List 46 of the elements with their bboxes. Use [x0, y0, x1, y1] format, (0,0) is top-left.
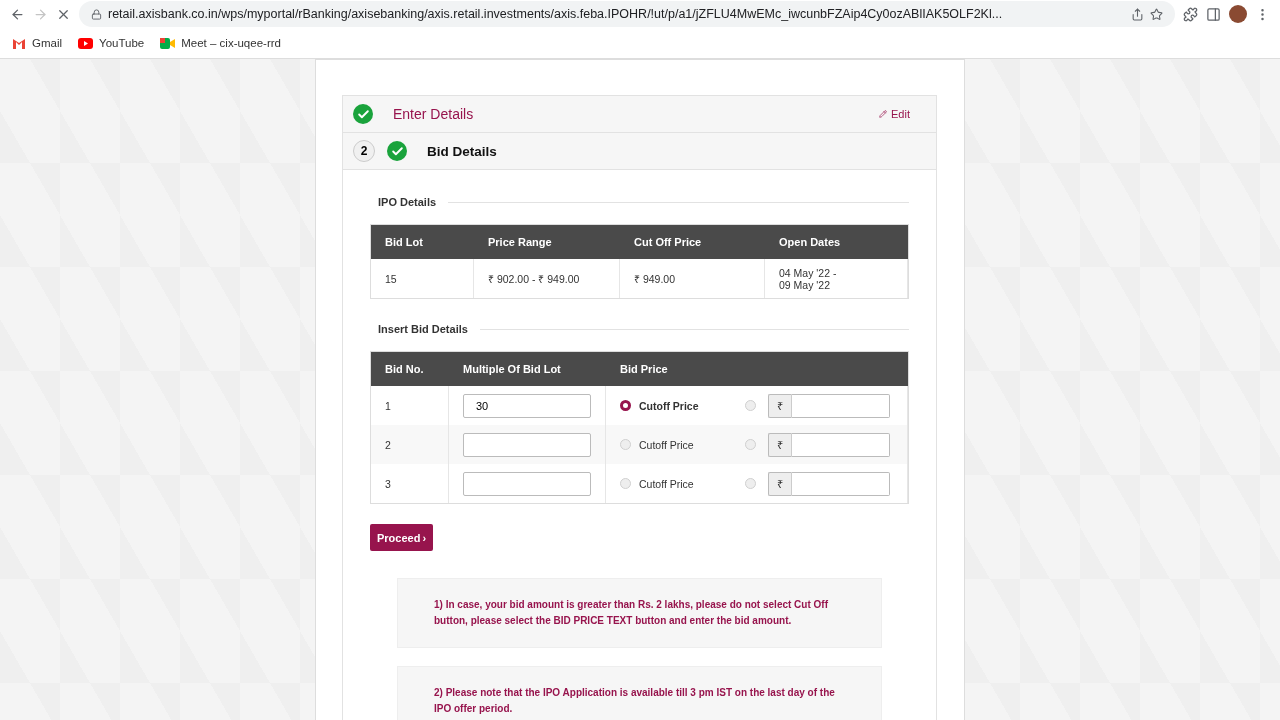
star-icon[interactable]: [1150, 7, 1163, 21]
camera-icon: [160, 37, 176, 49]
pencil-icon: [879, 110, 888, 118]
column-header: Price Range: [474, 225, 620, 259]
address-bar[interactable]: retail.axisbank.co.in/wps/myportal/rBanking/axisebanking/axis.retail.investments/axis.feba.IPOHR/!ut/p/a1/jZFLU4MwEMc_iwcunbFZAip4Cy0ozABlIAK5OLF2Kl...: [79, 1, 1175, 27]
note: 1) In case, your bid amount is greater than Rs. 2 lakhs, please do not select Cut Off button, please select the BID PRICE TEXT button and enter the bid amount.: [397, 578, 882, 648]
proceed-button[interactable]: Proceed ›: [370, 524, 434, 551]
step-title: Enter Details: [393, 106, 475, 122]
note: 2) Please note that the IPO Application is available till 3 pm IST on the last day of the IPO offer period.: [397, 666, 882, 720]
multiple-field[interactable]: 30: [463, 393, 591, 418]
radio-label: Cutoff Price: [639, 399, 700, 412]
multiple-field[interactable]: [463, 471, 591, 496]
column-header: Multiple Of Bid Lot: [449, 352, 606, 386]
price-field[interactable]: [792, 471, 890, 496]
column-header: Bid Lot: [371, 225, 474, 259]
play-icon: [78, 37, 94, 49]
column-header: Bid Price: [606, 352, 908, 386]
currency-label: ₹: [768, 393, 792, 418]
column-header: Cut Off Price: [620, 225, 765, 259]
multiple-field[interactable]: [463, 432, 591, 457]
puzzle-icon[interactable]: [1183, 6, 1198, 22]
currency-label: ₹: [768, 432, 792, 457]
lock-icon: [91, 8, 102, 20]
bookmark[interactable]: Meet – cix-uqee-rrd: [160, 37, 281, 49]
edit-link[interactable]: Edit: [879, 108, 910, 120]
side-panel-icon[interactable]: [1206, 6, 1221, 22]
column-header: Bid No.: [371, 352, 449, 386]
bookmark[interactable]: Gmail: [12, 37, 63, 49]
section-heading: Insert Bid Details: [378, 323, 468, 335]
table-cell: 2: [371, 425, 449, 464]
column-header: Open Dates: [765, 225, 908, 259]
forward-icon[interactable]: [33, 6, 48, 22]
currency-label: ₹: [768, 471, 792, 496]
step-number: 2: [353, 140, 375, 162]
radio-button[interactable]: [620, 400, 631, 411]
back-icon[interactable]: [10, 6, 25, 22]
section-heading: IPO Details: [378, 196, 437, 208]
radio-label: Cutoff Price: [639, 477, 695, 490]
radio-label: Cutoff Price: [639, 438, 695, 451]
step-title: Bid Details: [427, 143, 498, 159]
avatar[interactable]: [1229, 5, 1247, 23]
mail-icon: [12, 37, 26, 49]
bookmark[interactable]: YouTube: [78, 37, 145, 49]
price-field[interactable]: [792, 432, 890, 457]
price-field[interactable]: [792, 393, 890, 418]
share-icon[interactable]: [1131, 7, 1144, 21]
